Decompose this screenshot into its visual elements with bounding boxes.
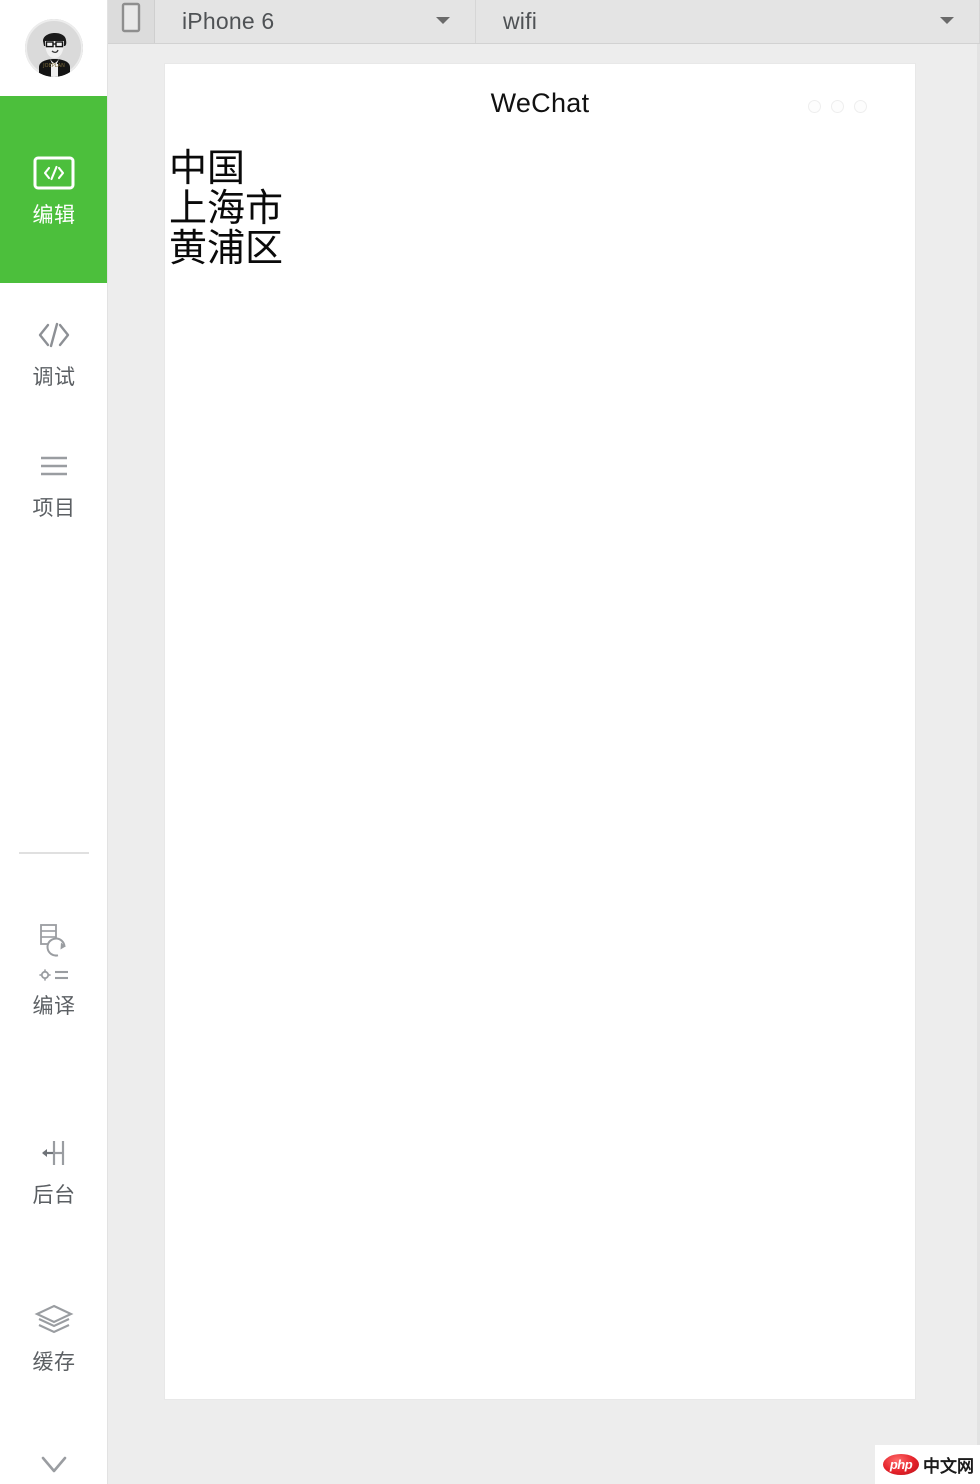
sidebar-item-label: 编译 [32, 995, 76, 1018]
code-window-icon [32, 151, 76, 195]
location-line-district: 黄浦区 [169, 226, 284, 270]
php-logo-icon: php [883, 1454, 919, 1475]
network-select[interactable]: wifi [476, 0, 980, 43]
workspace: iPhone 6 wifi WeChat 中国 上海市 黄浦区 php 中文网 [108, 0, 980, 1484]
svg-text:JOEPLAN: JOEPLAN [42, 63, 65, 69]
phone-outline-icon [119, 2, 143, 41]
list-lines-icon [32, 444, 76, 488]
sidebar-item-label: 项目 [32, 497, 76, 520]
watermark-text: 中文网 [923, 1457, 974, 1477]
dot [808, 100, 821, 113]
location-line-city: 上海市 [169, 186, 284, 230]
sidebar-item-compile[interactable]: 编译 [0, 895, 107, 1045]
dot [831, 100, 844, 113]
simulator-header: WeChat [165, 64, 915, 142]
page-title: WeChat [490, 87, 590, 118]
sidebar-item-label: 调试 [32, 366, 76, 389]
dot [854, 100, 867, 113]
sidebar-item-label: 编辑 [32, 203, 76, 227]
sidebar-item-project[interactable]: 项目 [0, 403, 107, 523]
device-select-value: iPhone 6 [182, 8, 275, 34]
sidebar-item-label: 后台 [32, 1184, 76, 1207]
sidebar-item-cache[interactable]: 缓存 [0, 1282, 107, 1392]
device-toggle-button[interactable] [108, 0, 155, 43]
network-select-value: wifi [503, 8, 538, 34]
left-sidebar: JOEPLAN 编辑 调试 项目 编译 后台 缓存 [0, 0, 108, 1484]
sidebar-divider [19, 852, 89, 854]
sidebar-more-button[interactable] [0, 1452, 107, 1484]
user-avatar-photo-icon: JOEPLAN [24, 19, 83, 77]
sidebar-item-edit[interactable]: 编辑 [0, 96, 107, 283]
sidebar-item-label: 缓存 [32, 1351, 76, 1374]
chevron-down-icon [32, 1452, 76, 1484]
watermark: php 中文网 [875, 1445, 980, 1484]
background-arrow-bar-icon [29, 1131, 79, 1175]
caret-down-icon [937, 13, 957, 31]
recompile-refresh-icon [28, 920, 80, 964]
device-select[interactable]: iPhone 6 [155, 0, 476, 43]
three-dots-icon[interactable] [808, 100, 867, 113]
gear-lines-icon [32, 964, 76, 986]
top-toolbar: iPhone 6 wifi [108, 0, 980, 44]
sidebar-item-background[interactable]: 后台 [0, 1115, 107, 1225]
simulator-content: 中国 上海市 黄浦区 [165, 142, 915, 268]
caret-down-icon [433, 13, 453, 31]
simulator-panel: WeChat 中国 上海市 黄浦区 [165, 64, 915, 1399]
layers-stack-icon [30, 1298, 78, 1342]
avatar[interactable]: JOEPLAN [24, 19, 83, 77]
angle-brackets-icon [32, 313, 76, 357]
location-line-country: 中国 [169, 146, 246, 190]
sidebar-item-debug[interactable]: 调试 [0, 283, 107, 403]
avatar-container[interactable]: JOEPLAN [0, 0, 107, 96]
app-root: JOEPLAN 编辑 调试 项目 编译 后台 缓存 iPhone 6 wifi … [0, 0, 980, 1484]
